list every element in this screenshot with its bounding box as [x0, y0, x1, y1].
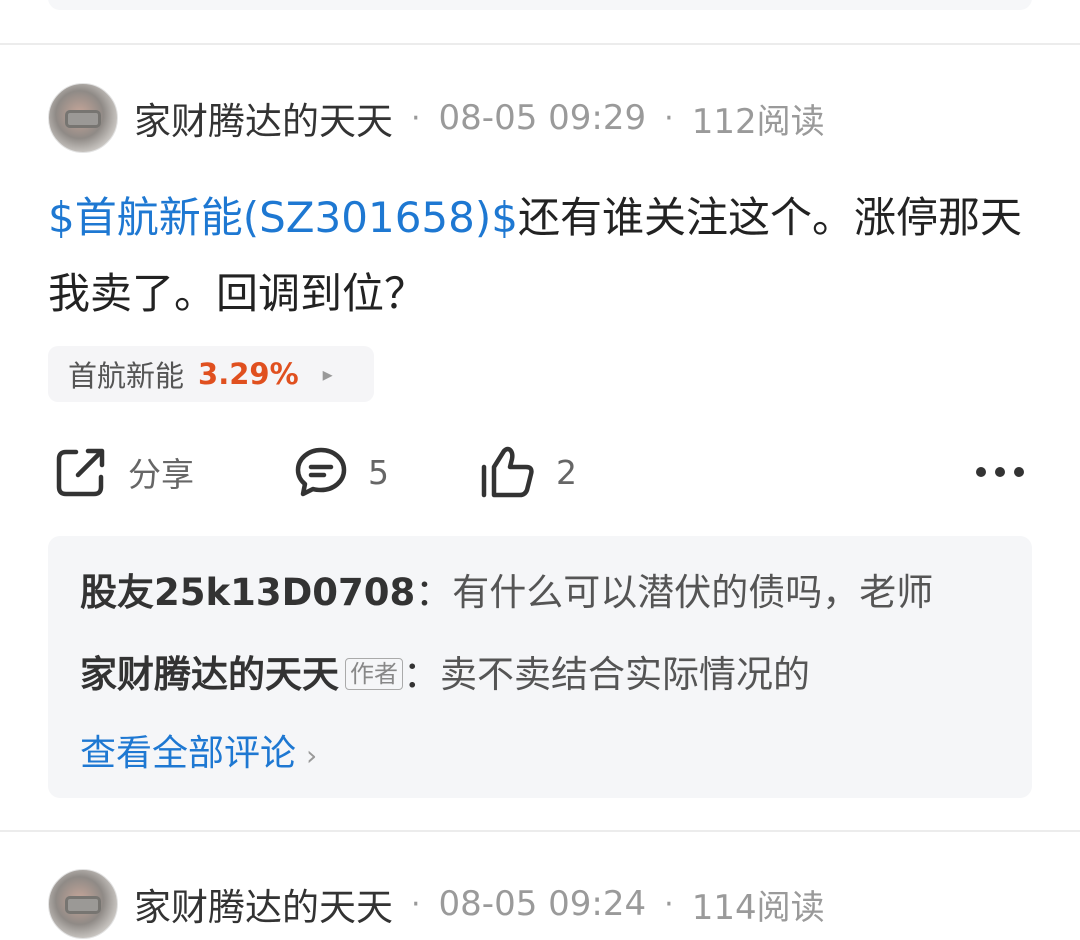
chevron-right-icon: › — [306, 739, 318, 772]
share-icon — [56, 448, 105, 497]
stock-tag-arrow-icon: ▸ — [322, 362, 333, 386]
separator-dot: · — [664, 886, 674, 922]
comment-colon: ： — [415, 571, 453, 614]
comment-user[interactable]: 股友25k13D0708 — [80, 571, 415, 614]
avatar[interactable] — [48, 83, 118, 153]
comments-preview[interactable]: 股友25k13D0708：有什么可以潜伏的债吗，老师 家财腾达的天天 作者 ：卖不卖… — [48, 536, 1032, 798]
comment-user[interactable]: 家财腾达的天天 — [80, 653, 339, 696]
post-time: 08-05 09:24 — [438, 884, 647, 924]
divider — [0, 830, 1080, 832]
like-count: 2 — [556, 452, 577, 492]
read-count: 112阅读 — [691, 101, 825, 142]
post-content[interactable]: $首航新能(SZ301658)$还有谁关注这个。涨停那天我卖了。回调到位？ — [48, 180, 1038, 332]
share-label: 分享 — [128, 455, 194, 494]
read-count: 114阅读 — [691, 887, 825, 928]
thumbs-up-icon — [481, 446, 534, 498]
comment-text: 有什么可以潜伏的债吗，老师 — [452, 571, 934, 614]
author-badge: 作者 — [345, 657, 403, 690]
comment-button[interactable]: 5 — [292, 440, 389, 504]
author-name[interactable]: 家财腾达的天天 — [134, 877, 393, 931]
more-icon[interactable] — [976, 460, 1024, 484]
like-button[interactable]: 2 — [480, 440, 577, 504]
post-header: 家财腾达的天天 · 08-05 09:29 · 112阅读 — [48, 82, 825, 154]
comment-text: 卖不卖结合实际情况的 — [440, 653, 810, 696]
stock-tag-change: 3.29% — [198, 357, 299, 391]
share-button[interactable]: 分享 — [52, 440, 194, 504]
view-all-comments-link[interactable]: 查看全部评论 › — [80, 724, 317, 776]
divider — [0, 43, 1080, 45]
comment-icon — [295, 447, 347, 497]
comment-item[interactable]: 股友25k13D0708：有什么可以潜伏的债吗，老师 — [80, 562, 933, 616]
separator-dot: · — [411, 886, 421, 922]
stock-link[interactable]: $首航新能(SZ301658)$ — [48, 193, 518, 242]
post-time: 08-05 09:29 — [438, 98, 647, 138]
comment-item[interactable]: 家财腾达的天天 作者 ：卖不卖结合实际情况的 — [80, 644, 810, 698]
stock-tag[interactable]: 首航新能 3.29% ▸ — [48, 346, 374, 402]
avatar[interactable] — [48, 869, 118, 939]
separator-dot: · — [411, 100, 421, 136]
separator-dot: · — [664, 100, 674, 136]
previous-post-card — [48, 0, 1032, 10]
view-all-label: 查看全部评论 — [80, 733, 297, 774]
author-name[interactable]: 家财腾达的天天 — [134, 91, 393, 145]
comment-count: 5 — [368, 452, 389, 492]
stock-tag-name: 首航新能 — [68, 359, 185, 393]
post-header: 家财腾达的天天 · 08-05 09:24 · 114阅读 — [48, 868, 825, 940]
comment-colon: ： — [403, 653, 440, 696]
